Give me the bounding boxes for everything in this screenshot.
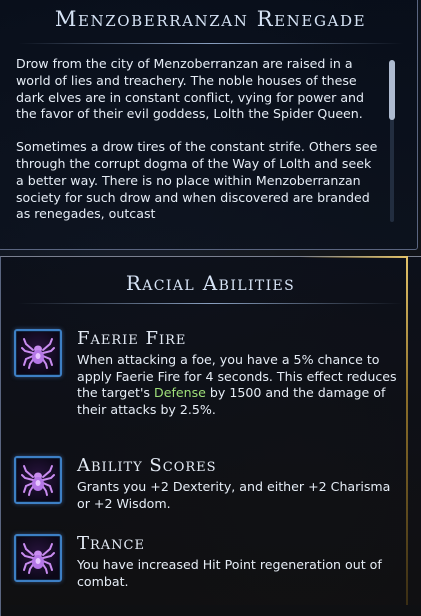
keyword-defense-link[interactable]: Defense — [154, 385, 206, 400]
ability-description: Grants you +2 Dexterity, and either +2 C… — [77, 479, 391, 511]
panel-gold-accent — [300, 256, 408, 258]
ability-name: Ability Scores — [77, 455, 217, 476]
spider-icon — [14, 534, 62, 582]
race-title: Menzoberranzan Renegade — [54, 7, 367, 31]
spider-icon — [14, 456, 62, 504]
description-scrollbar-thumb[interactable] — [389, 60, 395, 120]
ability-description: When attacking a foe, you have a 5% chan… — [77, 352, 402, 418]
ability-name: Trance — [77, 533, 145, 554]
ability-description: You have increased Hit Point regeneratio… — [77, 557, 382, 589]
race-description-paragraph: Sometimes a drow tires of the constant s… — [16, 139, 378, 222]
section-divider — [18, 303, 403, 304]
race-description-scroll-area[interactable]: Drow from the city of Menzoberranzan are… — [16, 56, 382, 246]
race-description-paragraph: Drow from the city of Menzoberranzan are… — [16, 56, 365, 122]
panel-gold-edge — [406, 256, 408, 605]
racial-abilities-title: Racial Abilities — [125, 271, 296, 295]
title-divider — [18, 43, 403, 44]
spider-icon — [14, 329, 62, 377]
ability-name: Faerie Fire — [77, 328, 187, 349]
